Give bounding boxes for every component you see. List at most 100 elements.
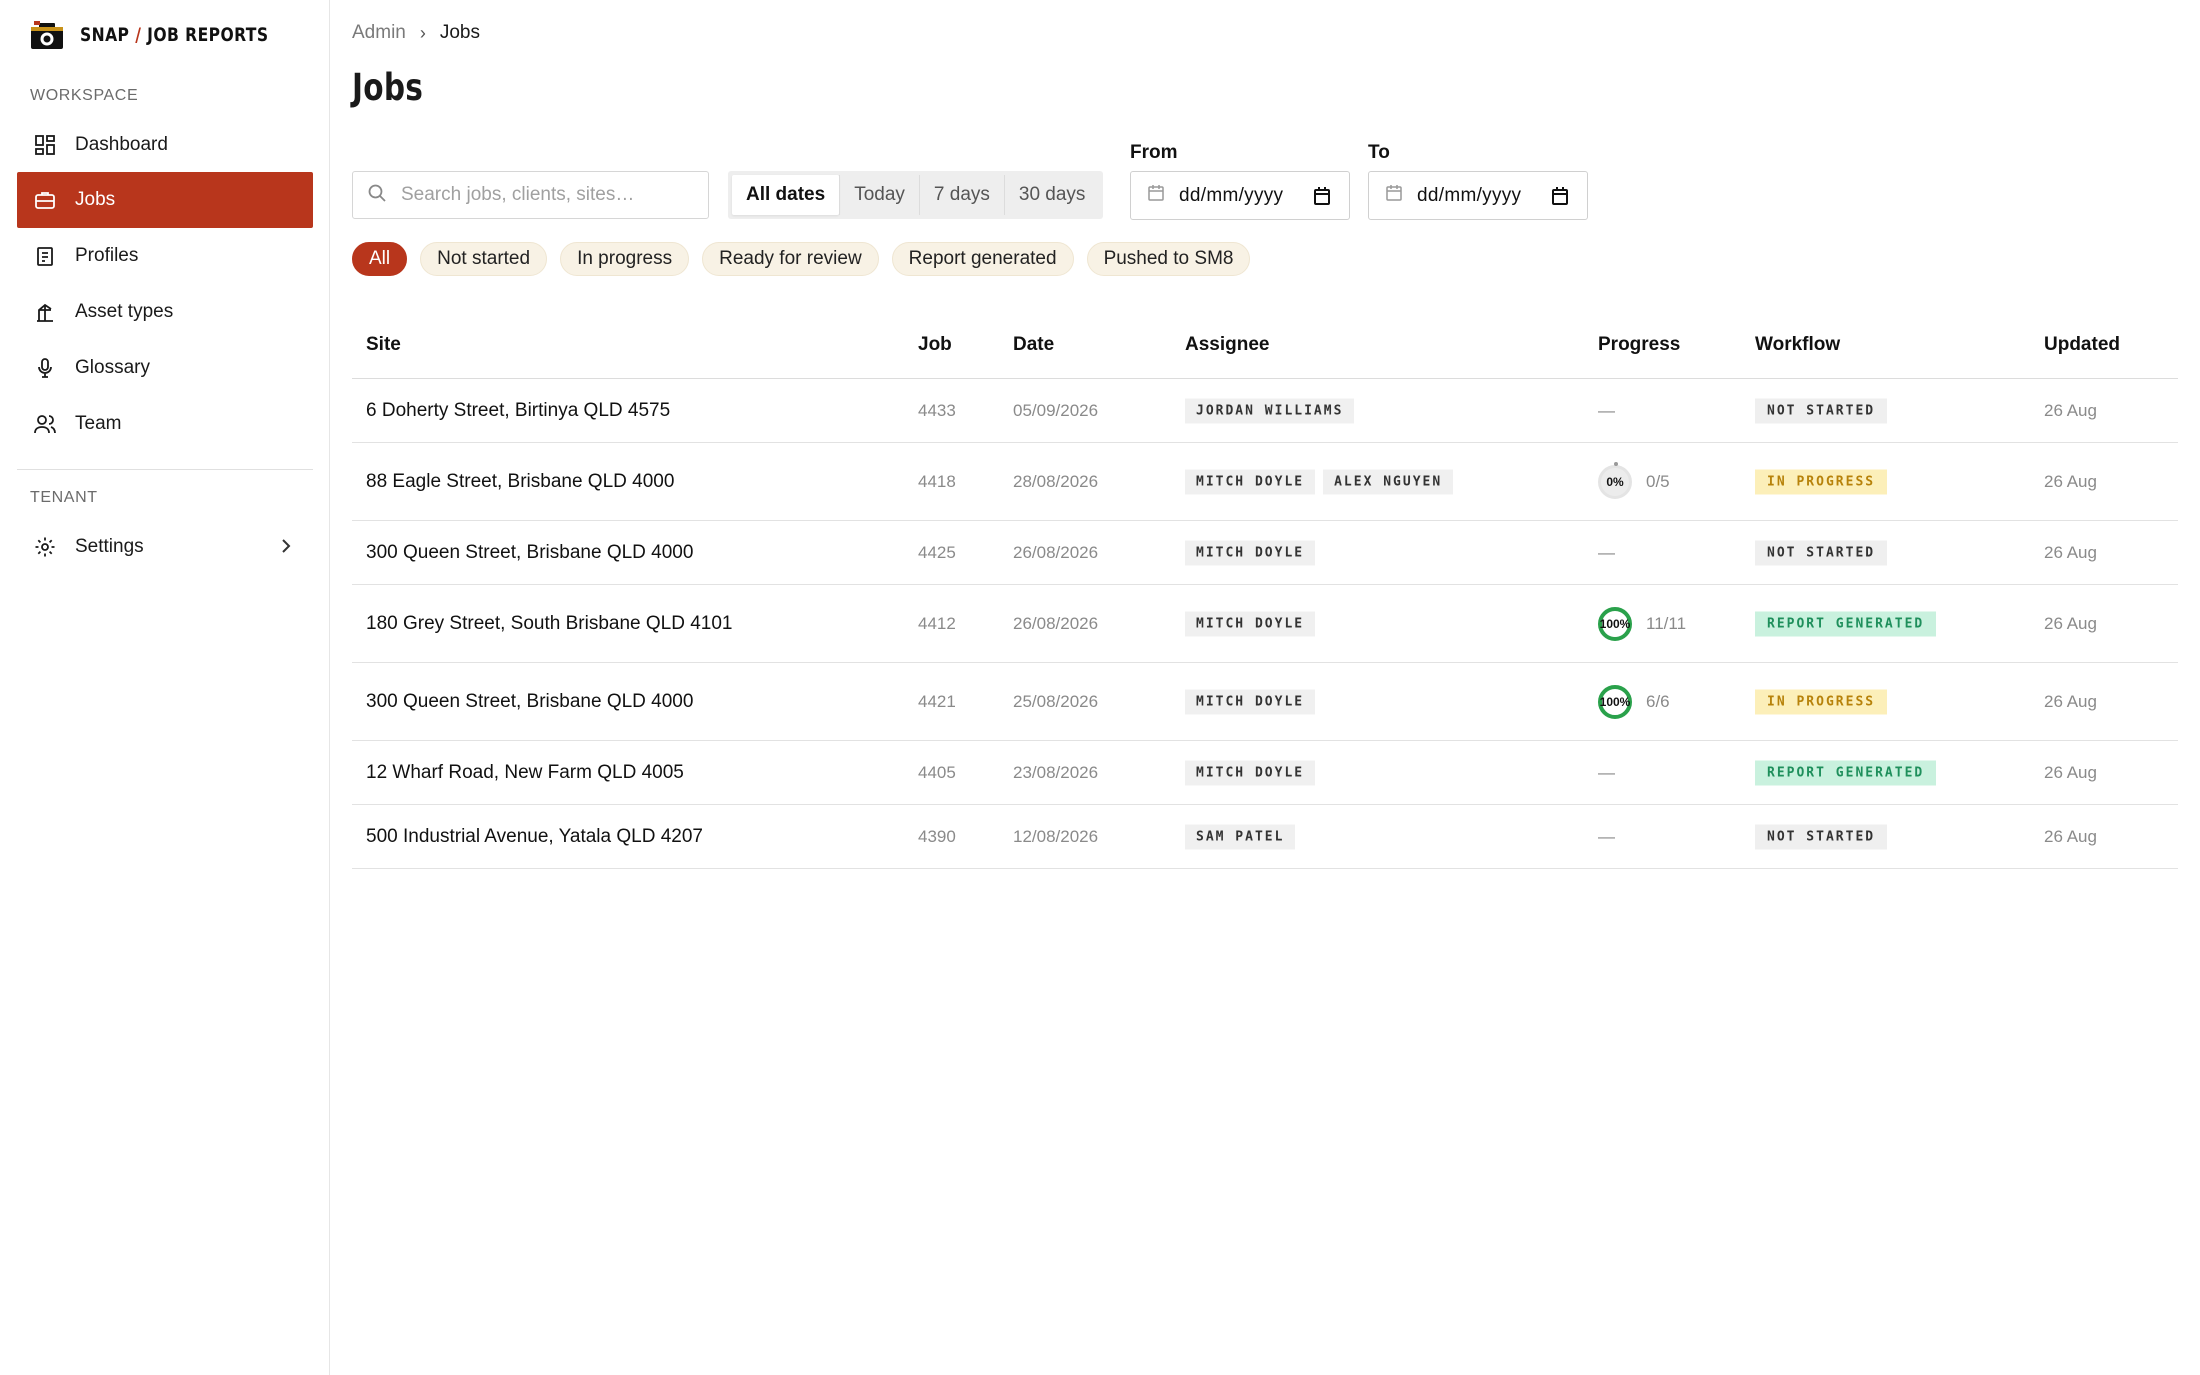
sidebar-item-label: Glossary bbox=[75, 357, 150, 378]
status-badge: REPORT GENERATED bbox=[1755, 611, 1937, 636]
progress-count: 0/5 bbox=[1646, 471, 1670, 491]
column-header-updated[interactable]: Updated bbox=[2044, 334, 2120, 356]
progress-empty: — bbox=[1598, 400, 1615, 420]
table-row[interactable]: 12 Wharf Road, New Farm QLD 4005 4405 23/0… bbox=[352, 741, 2178, 805]
site-cell[interactable]: 500 Industrial Avenue, Yatala QLD 4207 bbox=[366, 826, 703, 848]
date-to-field[interactable]: dd/mm/yyyy bbox=[1368, 171, 1588, 220]
sidebar-item-glossary[interactable]: Glossary bbox=[17, 340, 313, 396]
site-cell[interactable]: 300 Queen Street, Brisbane QLD 4000 bbox=[366, 691, 693, 713]
sidebar-item-asset-types[interactable]: Asset types bbox=[17, 284, 313, 340]
column-header-progress[interactable]: Progress bbox=[1598, 334, 1680, 356]
date-range-30-days[interactable]: 30 days bbox=[1003, 175, 1100, 215]
updated-cell: 26 Aug bbox=[2044, 542, 2097, 562]
column-header-workflow[interactable]: Workflow bbox=[1755, 334, 1840, 356]
updated-cell: 26 Aug bbox=[2044, 826, 2097, 846]
date-cell: 28/08/2026 bbox=[1013, 471, 1099, 491]
site-cell[interactable]: 88 Eagle Street, Brisbane QLD 4000 bbox=[366, 471, 674, 493]
crane-icon bbox=[33, 300, 57, 324]
assignee-tag: MITCH DOYLE bbox=[1185, 611, 1316, 636]
job-number-cell: 4433 bbox=[918, 400, 956, 420]
assignee-cell: SAM PATEL bbox=[1185, 824, 1303, 849]
progress-indicator: 100% 11/11 bbox=[1598, 606, 1687, 641]
workflow-cell: IN PROGRESS bbox=[1755, 469, 1888, 494]
sidebar-item-label: Jobs bbox=[75, 189, 116, 210]
site-cell[interactable]: 6 Doherty Street, Birtinya QLD 4575 bbox=[366, 400, 670, 422]
column-header-assignee[interactable]: Assignee bbox=[1185, 334, 1269, 356]
sidebar-item-jobs[interactable]: Jobs bbox=[17, 172, 313, 228]
assignee-cell: JORDAN WILLIAMS bbox=[1185, 398, 1362, 423]
workflow-cell: REPORT GENERATED bbox=[1755, 760, 1937, 785]
progress-indicator: 0% 0/5 bbox=[1598, 461, 1670, 499]
brand[interactable]: SNAP / JOB REPORTS bbox=[30, 18, 310, 52]
workflow-cell: NOT STARTED bbox=[1755, 398, 1888, 423]
column-header-site[interactable]: Site bbox=[366, 334, 401, 356]
status-badge: NOT STARTED bbox=[1755, 824, 1888, 849]
filter-chip-not-started[interactable]: Not started bbox=[420, 242, 548, 276]
breadcrumb-admin-link[interactable]: Admin bbox=[352, 22, 406, 44]
calendar-icon bbox=[1385, 184, 1403, 208]
date-to-group: To dd/mm/yyyy bbox=[1368, 142, 1588, 220]
progress-count: 11/11 bbox=[1646, 613, 1687, 633]
progress-cell: 100% 6/6 bbox=[1598, 684, 1670, 719]
sidebar-item-team[interactable]: Team bbox=[17, 396, 313, 452]
workflow-cell: IN PROGRESS bbox=[1755, 689, 1888, 714]
date-cell: 25/08/2026 bbox=[1013, 691, 1099, 711]
table-row[interactable]: 300 Queen Street, Brisbane QLD 4000 4425 2… bbox=[352, 521, 2178, 585]
column-header-job[interactable]: Job bbox=[918, 334, 952, 356]
main-content: Admin › Jobs Jobs All dates Today 7 days… bbox=[352, 0, 2200, 1375]
site-cell[interactable]: 12 Wharf Road, New Farm QLD 4005 bbox=[366, 762, 684, 784]
date-range-7-days[interactable]: 7 days bbox=[918, 175, 1004, 215]
column-header-date[interactable]: Date bbox=[1013, 334, 1054, 356]
site-cell[interactable]: 300 Queen Street, Brisbane QLD 4000 bbox=[366, 542, 693, 564]
tenant-section-label: TENANT bbox=[30, 489, 98, 506]
filter-chip-in-progress[interactable]: In progress bbox=[560, 242, 690, 276]
date-range-today[interactable]: Today bbox=[839, 175, 919, 215]
table-row[interactable]: 300 Queen Street, Brisbane QLD 4000 4421 2… bbox=[352, 663, 2178, 741]
assignee-tag: ALEX NGUYEN bbox=[1323, 469, 1454, 494]
filter-chip-report-generated[interactable]: Report generated bbox=[891, 242, 1074, 276]
filter-chip-ready-for-review[interactable]: Ready for review bbox=[702, 242, 879, 276]
assignee-cell: MITCH DOYLE bbox=[1185, 540, 1323, 565]
date-cell: 23/08/2026 bbox=[1013, 762, 1099, 782]
progress-count: 6/6 bbox=[1646, 691, 1670, 711]
job-number-cell: 4412 bbox=[918, 613, 956, 633]
brand-name: SNAP / JOB REPORTS bbox=[80, 24, 269, 46]
breadcrumb-current: Jobs bbox=[439, 22, 480, 43]
sidebar-item-settings[interactable]: Settings bbox=[17, 519, 313, 575]
date-from-field[interactable]: dd/mm/yyyy bbox=[1130, 171, 1350, 220]
assignee-tag: MITCH DOYLE bbox=[1185, 540, 1316, 565]
search-icon bbox=[367, 183, 387, 208]
progress-cell: 100% 11/11 bbox=[1598, 606, 1687, 641]
calendar-picker-icon[interactable] bbox=[1551, 186, 1569, 212]
date-range-all-dates[interactable]: All dates bbox=[732, 175, 840, 215]
sidebar-item-profiles[interactable]: Profiles bbox=[17, 228, 313, 284]
job-number-cell: 4421 bbox=[918, 691, 956, 711]
table-row[interactable]: 180 Grey Street, South Brisbane QLD 4101… bbox=[352, 585, 2178, 663]
chevron-right-icon bbox=[279, 535, 293, 563]
date-cell: 05/09/2026 bbox=[1013, 400, 1099, 420]
search-input[interactable] bbox=[401, 184, 691, 206]
date-to-placeholder: dd/mm/yyyy bbox=[1417, 184, 1522, 206]
assignee-tag: JORDAN WILLIAMS bbox=[1185, 398, 1355, 423]
updated-cell: 26 Aug bbox=[2044, 762, 2097, 782]
filter-chip-pushed-to-sm8[interactable]: Pushed to SM8 bbox=[1086, 242, 1251, 276]
table-row[interactable]: 88 Eagle Street, Brisbane QLD 4000 4418 28… bbox=[352, 443, 2178, 521]
date-cell: 26/08/2026 bbox=[1013, 613, 1099, 633]
assignee-cell: MITCH DOYLE ALEX NGUYEN bbox=[1185, 469, 1461, 494]
table-row[interactable]: 6 Doherty Street, Birtinya QLD 4575 4433 0… bbox=[352, 379, 2178, 443]
sidebar-item-dashboard[interactable]: Dashboard bbox=[17, 117, 313, 173]
dashboard-icon bbox=[33, 133, 57, 157]
calendar-picker-icon[interactable] bbox=[1313, 186, 1331, 212]
table-row[interactable]: 500 Industrial Avenue, Yatala QLD 4207 43… bbox=[352, 805, 2178, 869]
site-cell[interactable]: 180 Grey Street, South Brisbane QLD 4101 bbox=[366, 613, 733, 635]
workspace-section-label: WORKSPACE bbox=[30, 87, 139, 104]
progress-cell: — bbox=[1598, 827, 1615, 847]
search-box[interactable] bbox=[352, 171, 709, 219]
page-title: Jobs bbox=[352, 66, 424, 109]
assignee-tag: MITCH DOYLE bbox=[1185, 469, 1316, 494]
progress-ring: 100% bbox=[1598, 684, 1632, 719]
filter-chip-all[interactable]: All bbox=[352, 242, 408, 276]
updated-cell: 26 Aug bbox=[2044, 471, 2097, 491]
sidebar-item-label: Profiles bbox=[75, 245, 139, 266]
job-number-cell: 4418 bbox=[918, 471, 956, 491]
